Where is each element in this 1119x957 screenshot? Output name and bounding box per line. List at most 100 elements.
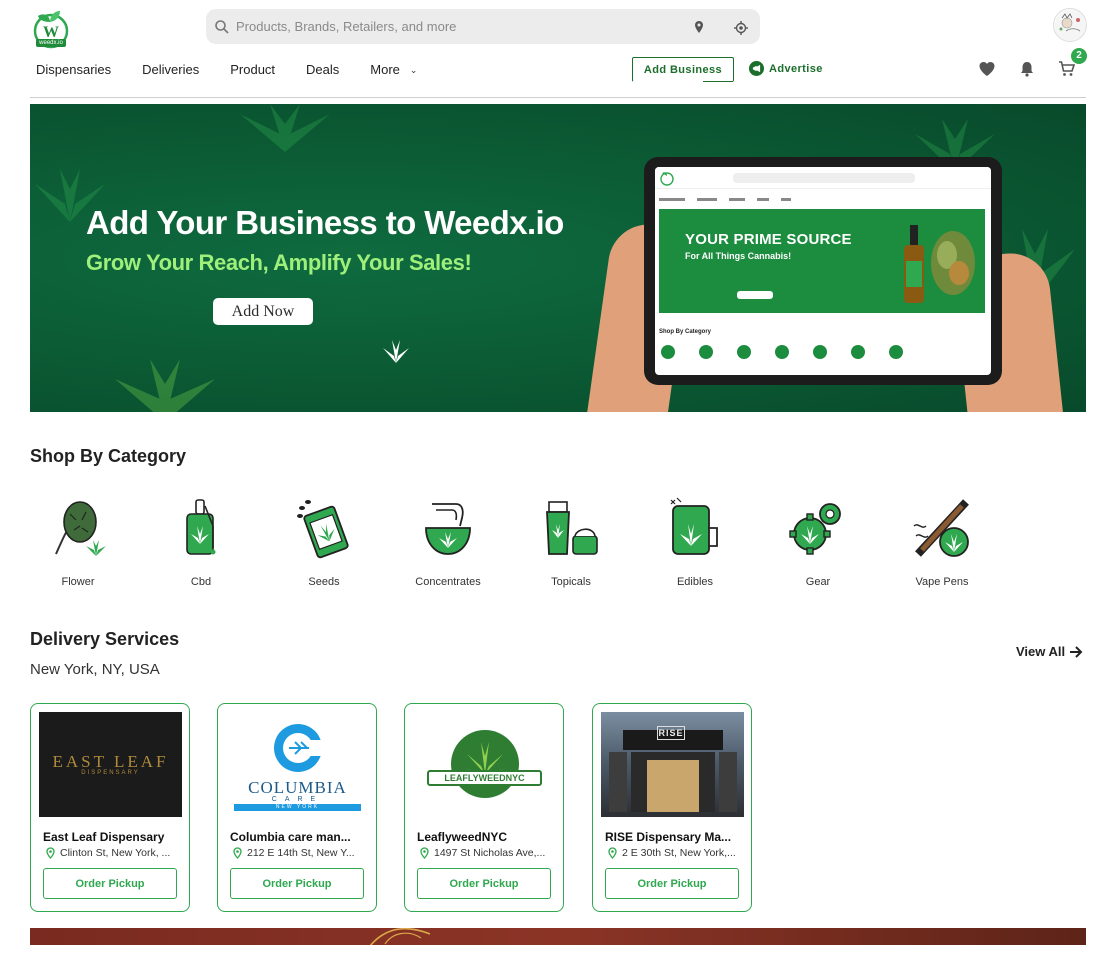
category-label: Cbd xyxy=(190,576,212,588)
nav-dispensaries[interactable]: Dispensaries xyxy=(36,61,111,79)
dispensary-address: 2 E 30th St, New York,... xyxy=(607,847,743,859)
cart-icon[interactable] xyxy=(1058,60,1076,78)
delivery-card[interactable]: LEAFLYWEEDNYC LeaflyweedNYC 1497 St Nich… xyxy=(404,703,564,912)
locate-me-icon[interactable] xyxy=(733,20,749,36)
address-text: 212 E 14th St, New Y... xyxy=(247,847,355,859)
logo-text: weedx.io xyxy=(36,39,66,47)
address-text: Clinton St, New York, ... xyxy=(60,847,171,859)
megaphone-icon xyxy=(749,61,764,76)
cannabis-leaf-decoration xyxy=(115,359,215,412)
nav-more[interactable]: More ⌄ xyxy=(370,61,417,79)
avatar-image xyxy=(1055,10,1086,41)
category-label: Edibles xyxy=(676,576,714,588)
heart-icon[interactable] xyxy=(978,60,996,78)
location-pin-icon xyxy=(608,847,617,859)
add-now-button[interactable]: Add Now xyxy=(213,298,313,325)
advertise-label: Advertise xyxy=(769,62,823,75)
view-all-link[interactable]: View All xyxy=(1016,644,1083,659)
dispensary-name[interactable]: Columbia care man... xyxy=(230,830,366,844)
tablet-hero-subtitle: For All Things Cannabis! xyxy=(685,251,792,261)
delivery-card[interactable]: RISE RISE Dispensary Ma... 2 E 30th St, … xyxy=(592,703,752,912)
category-topicals[interactable]: Topicals xyxy=(523,496,619,588)
dispensary-name[interactable]: East Leaf Dispensary xyxy=(43,830,179,844)
arrow-right-icon xyxy=(1070,645,1083,658)
category-seeds[interactable]: Seeds xyxy=(276,496,372,588)
east-leaf-logo: EAST LEAF DISPENSARY xyxy=(39,712,182,817)
view-all-label: View All xyxy=(1016,644,1066,659)
hero-banner[interactable]: Add Your Business to Weedx.io Grow Your … xyxy=(30,104,1086,412)
category-flower[interactable]: Flower xyxy=(30,496,126,588)
cbd-dropper-icon xyxy=(186,499,216,555)
banner-title: Add Your Business to Weedx.io xyxy=(86,204,564,241)
logo-subtext-bar: NEW YORK xyxy=(234,804,361,811)
order-pickup-button[interactable]: Order Pickup xyxy=(417,868,551,899)
bell-icon[interactable] xyxy=(1018,60,1036,78)
tablet-hero: YOUR PRIME SOURCE For All Things Cannabi… xyxy=(659,209,985,313)
columbia-care-logo-icon xyxy=(274,724,327,772)
chevron-down-icon: ⌄ xyxy=(409,65,418,75)
next-banner-preview xyxy=(30,928,1086,945)
category-label: Seeds xyxy=(308,576,340,588)
tablet-category-icons xyxy=(661,345,903,359)
vape-pen-icon xyxy=(913,499,969,557)
tablet-screen: YOUR PRIME SOURCE For All Things Cannabi… xyxy=(655,167,991,375)
category-vape-pens[interactable]: Vape Pens xyxy=(894,496,990,588)
delivery-services-title: Delivery Services xyxy=(30,629,180,649)
tablet-logo-icon xyxy=(660,172,674,186)
category-edibles[interactable]: Edibles xyxy=(647,496,743,588)
nav-deliveries[interactable]: Deliveries xyxy=(142,61,199,79)
delivery-location: New York, NY, USA xyxy=(30,661,160,678)
search-input[interactable] xyxy=(236,9,486,44)
category-gear[interactable]: Gear xyxy=(770,496,866,588)
location-pin-icon xyxy=(420,847,429,859)
logo-subtext: DISPENSARY xyxy=(81,770,140,776)
category-label: Topicals xyxy=(551,576,591,588)
location-pin-icon[interactable] xyxy=(692,20,706,34)
category-label: Vape Pens xyxy=(915,576,969,588)
tablet-hero-title: YOUR PRIME SOURCE xyxy=(685,231,852,248)
nav-more-label: More xyxy=(370,62,400,77)
gear-icon xyxy=(789,503,841,555)
category-label: Concentrates xyxy=(415,576,481,588)
order-pickup-button[interactable]: Order Pickup xyxy=(43,868,177,899)
main-nav: Dispensaries Deliveries Product Deals Mo… xyxy=(36,61,448,79)
category-concentrates[interactable]: Concentrates xyxy=(400,496,496,588)
flower-icon xyxy=(55,501,106,556)
logo-text: RISE xyxy=(657,726,685,740)
add-business-button[interactable]: Add Business xyxy=(632,57,734,82)
cannabis-leaf-decoration xyxy=(240,104,330,152)
columbia-care-logo: COLUMBIA CARE NEW YORK xyxy=(226,712,369,817)
banner-subtitle: Grow Your Reach, Amplify Your Sales! xyxy=(86,250,472,275)
address-text: 1497 St Nicholas Ave,... xyxy=(434,847,546,859)
small-leaf-icon xyxy=(383,340,409,363)
tablet-search-bar xyxy=(733,173,915,183)
tablet-category-title: Shop By Category xyxy=(659,329,712,335)
dispensary-name[interactable]: RISE Dispensary Ma... xyxy=(605,830,741,844)
header-divider xyxy=(30,97,1086,98)
dispensary-address: Clinton St, New York, ... xyxy=(45,847,181,859)
delivery-card[interactable]: EAST LEAF DISPENSARY East Leaf Dispensar… xyxy=(30,703,190,912)
order-pickup-button[interactable]: Order Pickup xyxy=(230,868,364,899)
category-cbd[interactable]: Cbd xyxy=(153,496,249,588)
nav-deals[interactable]: Deals xyxy=(306,61,339,79)
logo-text: LEAFLYWEEDNYC xyxy=(427,770,542,786)
dispensary-name[interactable]: LeaflyweedNYC xyxy=(417,830,553,844)
dispensary-address: 212 E 14th St, New Y... xyxy=(232,847,368,859)
logo-text: COLUMBIA xyxy=(248,778,347,797)
search-bar[interactable] xyxy=(206,9,760,44)
concentrates-bowl-icon xyxy=(425,503,471,555)
nav-product[interactable]: Product xyxy=(230,61,275,79)
seeds-packet-icon xyxy=(297,500,349,559)
order-pickup-button[interactable]: Order Pickup xyxy=(605,868,739,899)
topicals-cream-icon xyxy=(546,501,598,555)
advertise-link[interactable]: Advertise xyxy=(749,61,823,76)
tablet-nav xyxy=(659,196,791,201)
tablet-mockup: YOUR PRIME SOURCE For All Things Cannabi… xyxy=(644,157,1002,385)
delivery-card[interactable]: COLUMBIA CARE NEW YORK Columbia care man… xyxy=(217,703,377,912)
cbd-oil-bottle-graphic xyxy=(904,225,924,303)
leaf-decoration xyxy=(369,928,431,945)
shop-by-category-title: Shop By Category xyxy=(30,446,187,466)
category-label: Gear xyxy=(805,576,831,588)
rise-storefront-photo: RISE xyxy=(601,712,744,817)
user-avatar[interactable] xyxy=(1053,8,1087,42)
